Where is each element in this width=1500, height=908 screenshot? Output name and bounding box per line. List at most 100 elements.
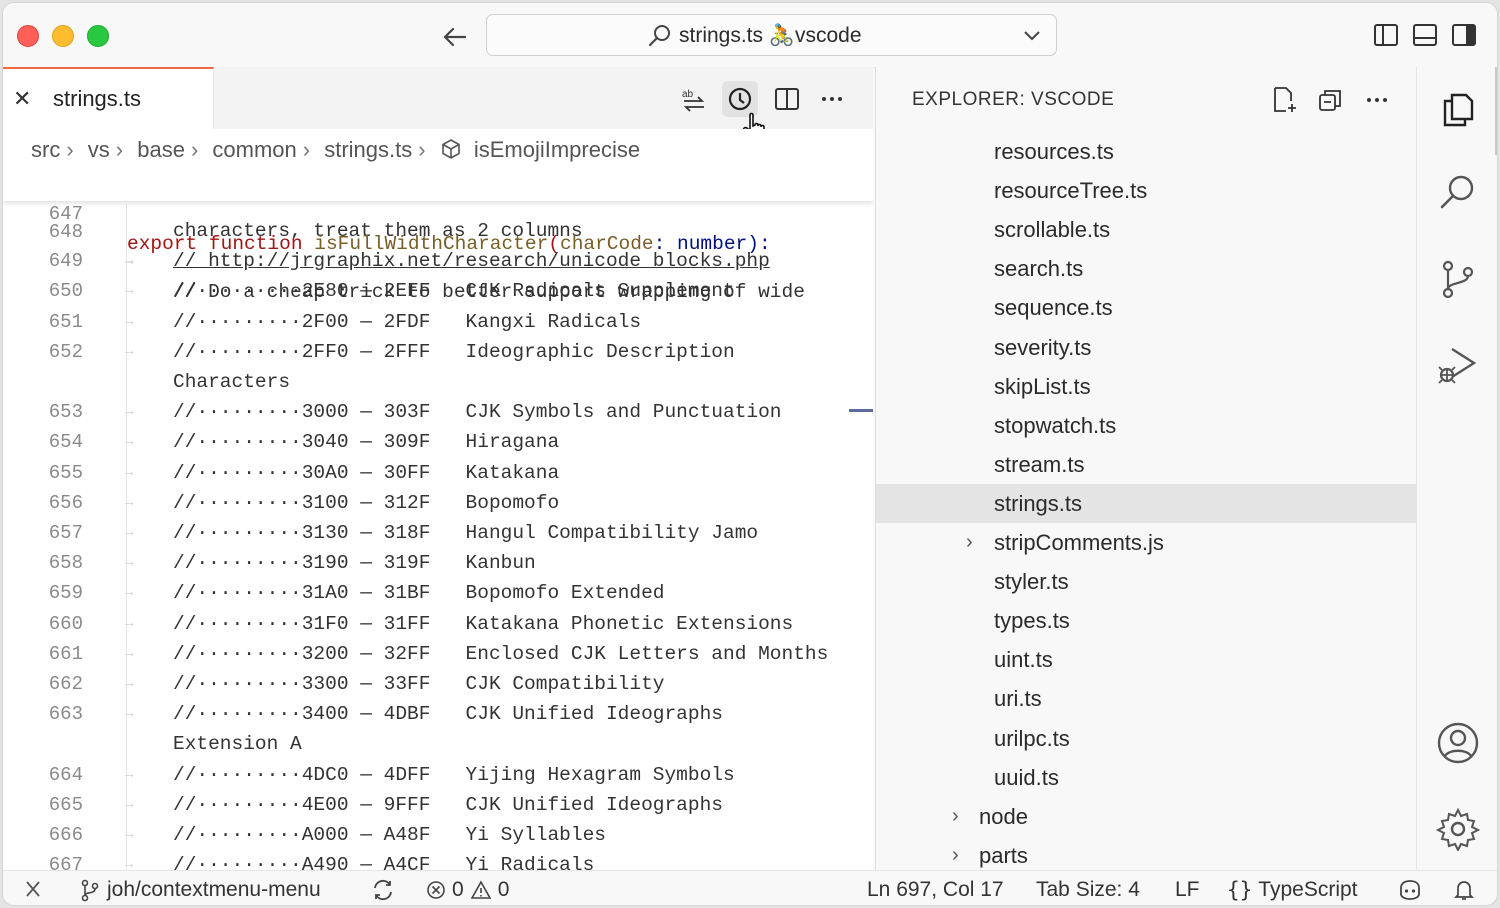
cursor-position[interactable]: Ln 697, Col 17 [867, 878, 1004, 902]
sticky-code: export function isFullWidthCharacter(cha… [127, 229, 771, 259]
editor-area[interactable]: src › vs › base › common › strings.ts › isEmo… [3, 129, 873, 870]
problems-indicator[interactable]: 0 0 [426, 878, 509, 902]
back-arrow-icon[interactable] [439, 21, 471, 53]
breadcrumb-symbol[interactable]: isEmojiImprecise [474, 137, 640, 162]
code-line[interactable]: 656 → //·········3100 — 312F Bopomofo [3, 488, 873, 518]
code-line[interactable]: 666 → //·········A000 — A48F Yi Syllables [3, 820, 873, 850]
settings-gear-icon[interactable] [1436, 807, 1480, 851]
more-actions-icon[interactable] [1362, 85, 1392, 115]
code-line[interactable]: 662 → //·········3300 — 33FF CJK Compatibi… [3, 669, 873, 699]
tree-file[interactable]: stopwatch.ts [876, 406, 1417, 445]
tab-arrow-icon: → [125, 404, 134, 421]
code-line[interactable]: 663 → //·········3400 — 4DBF CJK Unified I… [3, 699, 873, 729]
chevron-right-icon[interactable]: › [952, 836, 959, 875]
chevron-right-icon[interactable]: › [952, 797, 959, 836]
chevron-down-icon[interactable] [1022, 25, 1042, 45]
breadcrumb-item[interactable]: common [212, 137, 296, 162]
title-bar: strings.ts 🚴vscode [3, 3, 1497, 68]
compare-changes-icon[interactable]: ab [676, 81, 712, 117]
tree-file[interactable]: uint.ts [876, 640, 1417, 679]
code-line[interactable]: 654 → //·········3040 — 309F Hiragana [3, 427, 873, 457]
tree-file[interactable]: resourceTree.ts [876, 171, 1417, 210]
line-number: 659 [48, 582, 83, 605]
tree-item-label: types.ts [994, 608, 1070, 634]
code-text: //·········3100 — 312F Bopomofo [173, 491, 560, 514]
remote-indicator[interactable] [23, 878, 43, 900]
tree-item-label: resources.ts [994, 139, 1114, 164]
tree-folder[interactable]: › node [876, 797, 1417, 836]
tree-file[interactable]: resources.ts [876, 132, 1417, 171]
toggle-primary-sidebar-icon[interactable] [1373, 22, 1399, 48]
error-icon [427, 881, 445, 899]
split-editor-icon[interactable] [769, 81, 805, 117]
tree-file[interactable]: severity.ts [876, 328, 1417, 367]
account-icon[interactable] [1436, 721, 1480, 765]
code-line[interactable]: 653 → //·········3000 — 303F CJK Symbols a… [3, 397, 873, 427]
line-number: 658 [48, 552, 83, 575]
command-center[interactable]: strings.ts 🚴vscode [486, 14, 1057, 56]
toggle-secondary-sidebar-icon[interactable] [1451, 22, 1477, 48]
tree-file[interactable]: uuid.ts [876, 758, 1417, 797]
new-file-icon[interactable] [1269, 85, 1299, 115]
breadcrumb-item[interactable]: strings.ts [324, 137, 412, 162]
toggle-panel-icon[interactable] [1412, 22, 1438, 48]
sticky-scroll-line[interactable]: 647 export function isFullWidthCharacter… [3, 169, 873, 255]
explorer-files-icon[interactable] [1436, 87, 1480, 131]
language-mode[interactable]: {} TypeScript [1227, 878, 1358, 902]
parameter: charCode [560, 233, 654, 255]
close-window-button[interactable] [17, 25, 39, 47]
code-line[interactable]: 655 → //·········30A0 — 30FF Katakana [3, 458, 873, 488]
eol-indicator[interactable]: LF [1175, 878, 1200, 902]
tree-file[interactable]: strings.ts [876, 483, 1417, 523]
code-line[interactable]: 660 → //·········31F0 — 31FF Katakana Phon… [3, 609, 873, 639]
breadcrumb-item[interactable]: vs [88, 137, 110, 162]
breadcrumb-item[interactable]: base [137, 137, 185, 162]
breadcrumb-item[interactable]: src [31, 137, 60, 162]
collapse-all-icon[interactable] [1316, 85, 1346, 115]
run-debug-icon[interactable] [1436, 343, 1480, 387]
code-line[interactable]: 667 → //·········A490 — A4CF Yi Radicals [3, 850, 873, 870]
tree-file[interactable]: › stripComments.js [876, 523, 1417, 562]
tree-file[interactable]: types.ts [876, 601, 1417, 640]
code-line[interactable]: 650 →//·········2E80 — 2EFF CJK Radicals … [3, 276, 873, 306]
tree-file[interactable]: urilpc.ts [876, 719, 1417, 758]
code-line[interactable]: 664 → //·········4DC0 — 4DFF Yijing Hexagr… [3, 760, 873, 790]
code-line[interactable]: 659 → //·········31A0 — 31BF Bopomofo Exte… [3, 578, 873, 608]
tree-file[interactable]: styler.ts [876, 562, 1417, 601]
tree-file[interactable]: scrollable.ts [876, 210, 1417, 249]
scrollbar[interactable] [1495, 67, 1497, 155]
tree-folder[interactable]: › parts [876, 836, 1417, 875]
close-icon[interactable]: ✕ [13, 86, 31, 112]
tree-item-label: styler.ts [994, 569, 1069, 595]
tree-item-label: urilpc.ts [994, 725, 1070, 751]
symbol-method-icon [440, 138, 462, 160]
tree-file[interactable]: search.ts [876, 249, 1417, 288]
code-line[interactable]: Extension A [3, 729, 873, 759]
zoom-window-button[interactable] [87, 25, 109, 47]
code-line[interactable]: 661 → //·········3200 — 32FF Enclosed CJK … [3, 639, 873, 669]
branch-indicator[interactable]: joh/contextmenu-menu [79, 878, 321, 902]
code-text: //·········3200 — 32FF Enclosed CJK Lett… [173, 642, 829, 665]
chevron-right-icon[interactable]: › [966, 523, 973, 562]
code-line[interactable]: 657 → //·········3130 — 318F Hangul Compat… [3, 518, 873, 548]
code-line[interactable]: 665 → //·········4E00 — 9FFF CJK Unified I… [3, 790, 873, 820]
minimize-window-button[interactable] [52, 25, 74, 47]
tree-file[interactable]: uri.ts [876, 679, 1417, 718]
code-line[interactable]: Characters [3, 367, 873, 397]
code-line[interactable]: 658 → //·········3190 — 319F Kanbun [3, 548, 873, 578]
sync-button[interactable] [371, 878, 395, 902]
copilot-icon[interactable] [1397, 878, 1423, 902]
notifications-bell-icon[interactable] [1453, 878, 1475, 902]
tab-size-indicator[interactable]: Tab Size: 4 [1036, 878, 1140, 902]
more-actions-icon[interactable] [814, 81, 850, 117]
search-icon[interactable] [1436, 171, 1480, 215]
code-line[interactable]: 652 → //·········2FF0 — 2FFF Ideographic D… [3, 337, 873, 367]
tab-strings-ts[interactable]: ✕ strings.ts [3, 67, 214, 129]
code-text: //·········2FF0 — 2FFF Ideographic Descr… [173, 340, 735, 363]
source-control-icon[interactable] [1436, 257, 1480, 301]
tree-file[interactable]: sequence.ts [876, 288, 1417, 327]
tree-file[interactable]: stream.ts [876, 445, 1417, 484]
line-number: 653 [48, 401, 83, 424]
code-line[interactable]: 651 → //·········2F00 — 2FDF Kangxi Radica… [3, 307, 873, 337]
tree-file[interactable]: skipList.ts [876, 367, 1417, 406]
